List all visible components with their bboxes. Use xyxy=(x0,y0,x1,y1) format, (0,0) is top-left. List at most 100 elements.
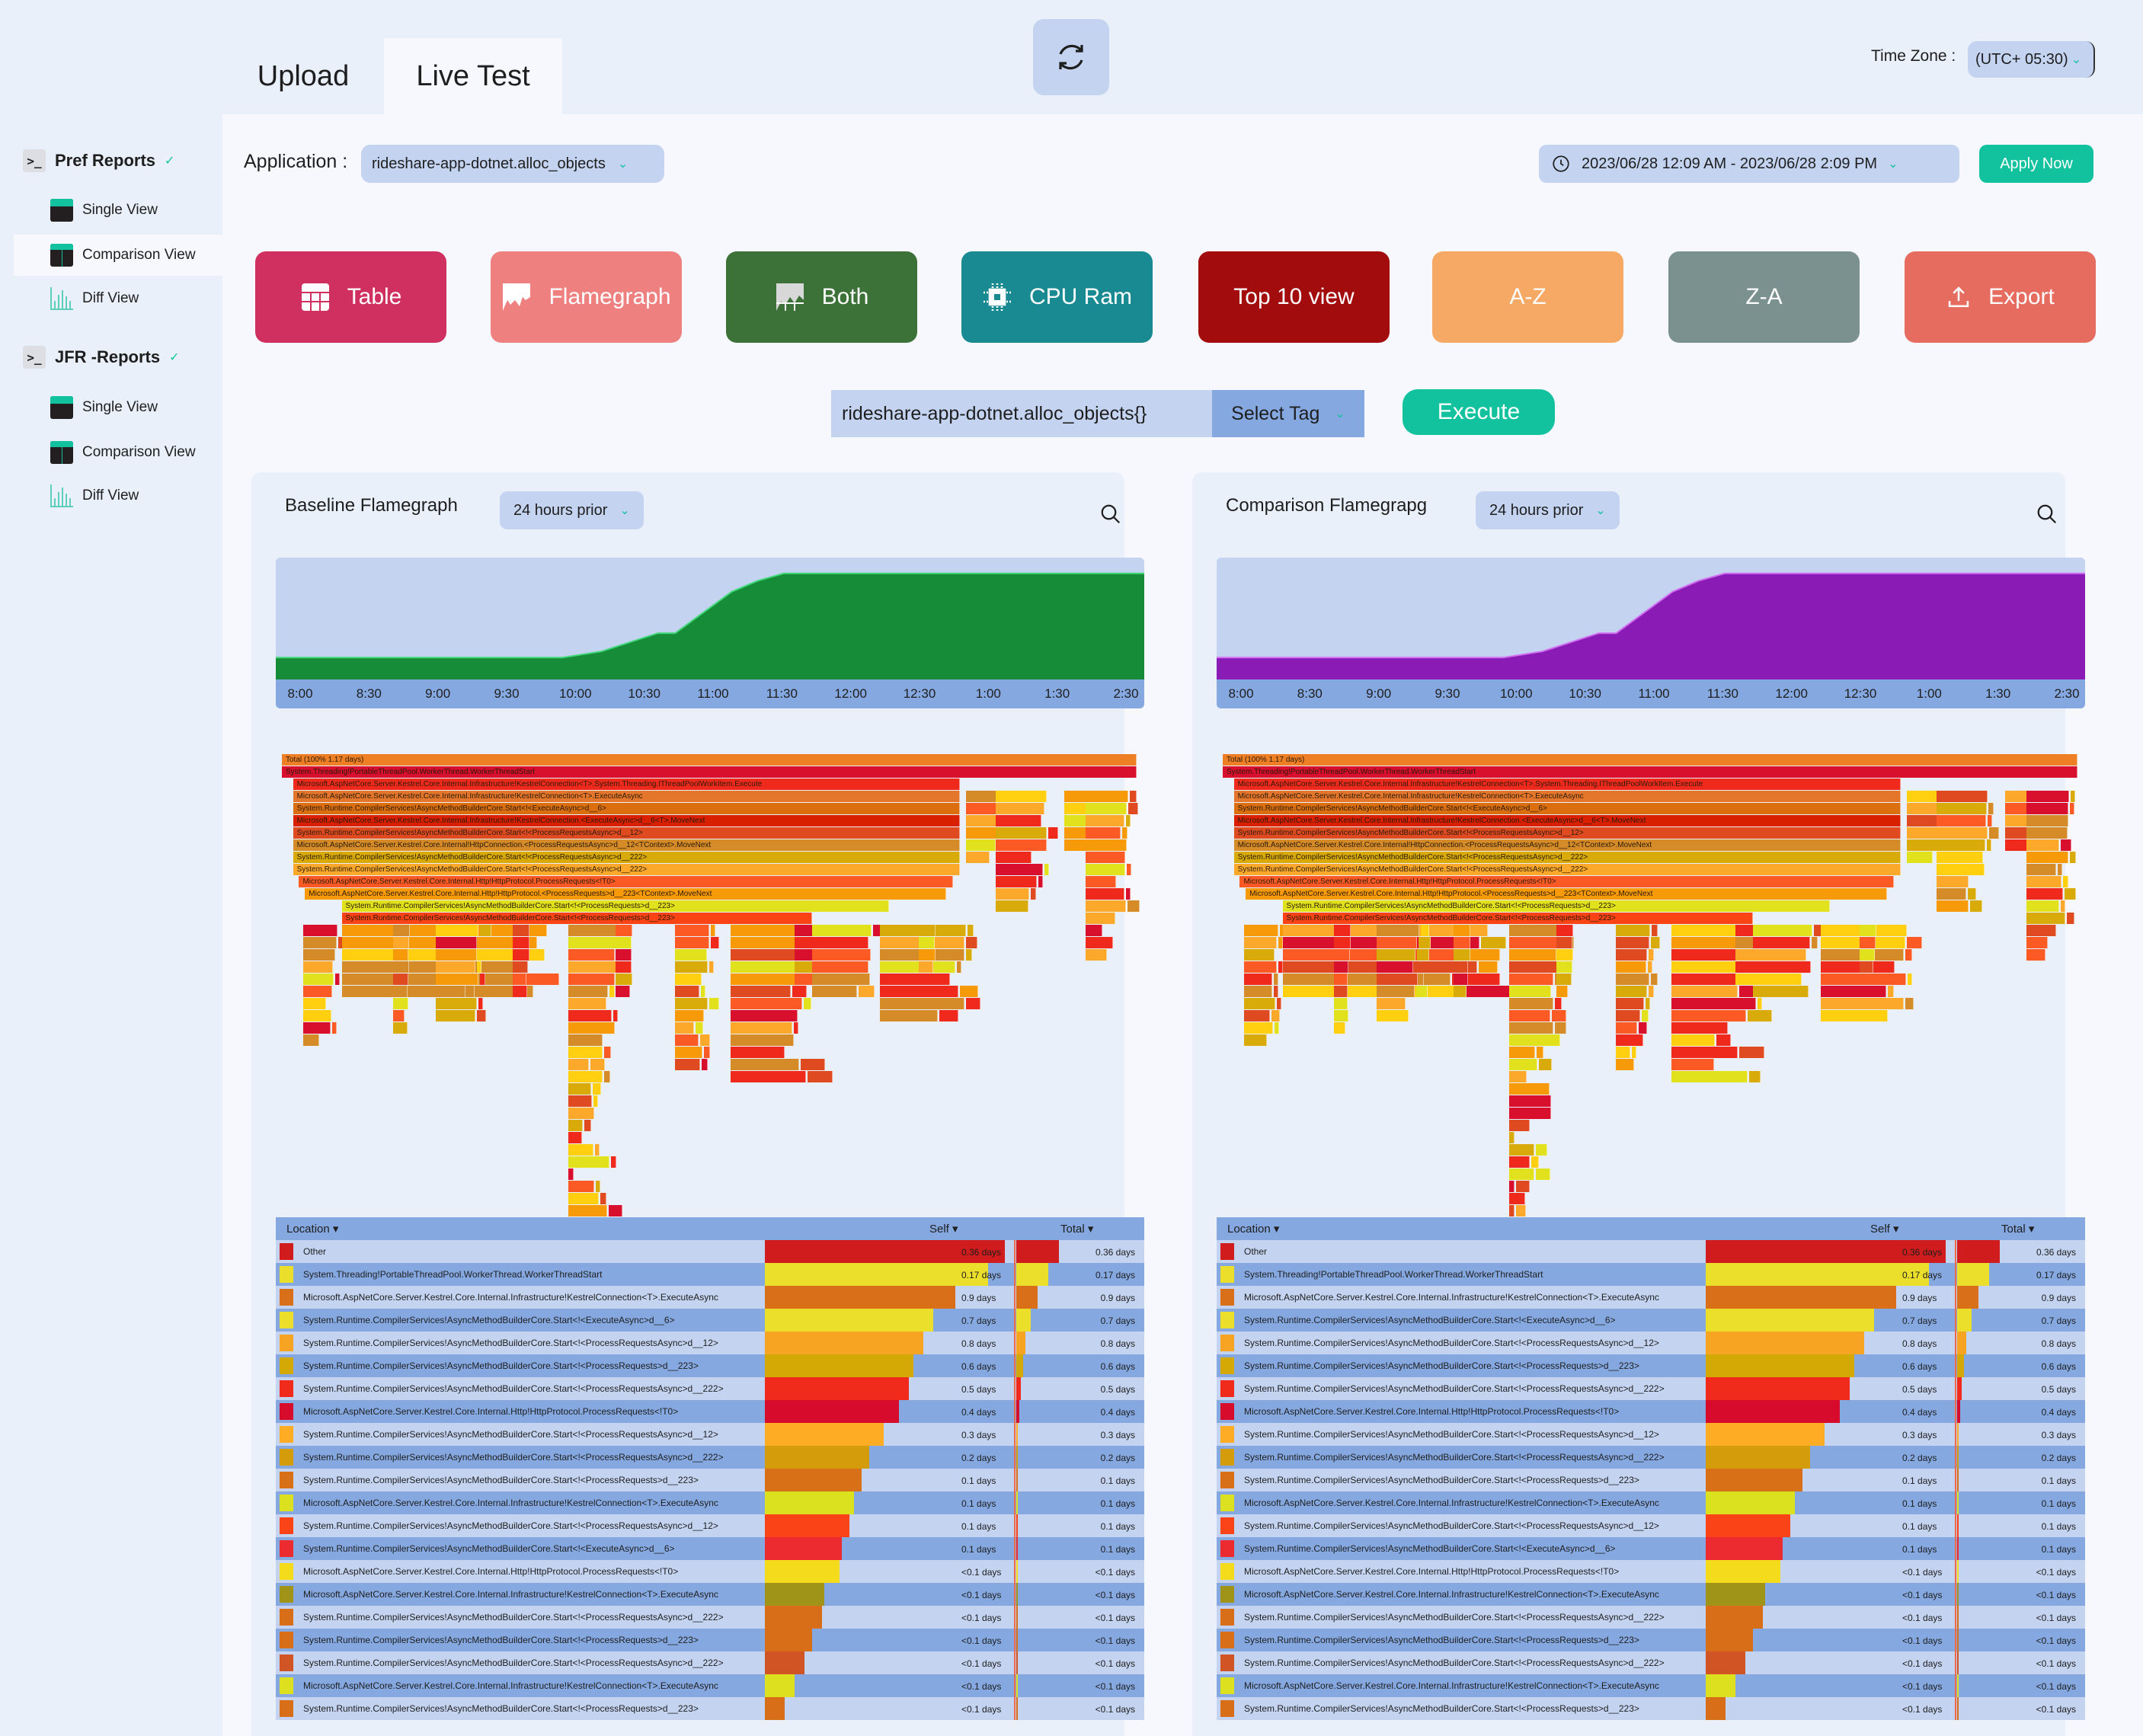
flame-frame[interactable] xyxy=(1536,1047,1543,1058)
flame-frame[interactable] xyxy=(435,949,477,961)
flame-frame[interactable] xyxy=(1936,852,1984,863)
flame-frame[interactable] xyxy=(880,998,965,1009)
flame-frame[interactable] xyxy=(880,1010,938,1021)
flame-frame[interactable] xyxy=(1508,1108,1551,1119)
table-row[interactable]: System.Runtime.CompilerServices!AsyncMet… xyxy=(276,1514,1144,1537)
flame-frame[interactable] xyxy=(1508,1205,1514,1216)
flame-frame[interactable] xyxy=(334,974,340,985)
flame-frame[interactable] xyxy=(1271,1010,1281,1021)
flame-frame[interactable] xyxy=(1538,1059,1553,1070)
flame-frame[interactable] xyxy=(1508,937,1560,948)
flame-frame[interactable] xyxy=(1085,839,1127,851)
flame-frame[interactable] xyxy=(1376,998,1406,1009)
flame-frame[interactable] xyxy=(1508,1034,1561,1046)
flame-frame[interactable] xyxy=(1752,925,1813,936)
table-row[interactable]: System.Runtime.CompilerServices!AsyncMet… xyxy=(1217,1446,2085,1469)
flame-frame[interactable] xyxy=(1936,815,1987,826)
flame-frame[interactable] xyxy=(435,998,477,1009)
flame-frame[interactable] xyxy=(1376,974,1418,985)
table-row[interactable]: System.Runtime.CompilerServices!AsyncMet… xyxy=(276,1606,1144,1629)
flame-frame[interactable] xyxy=(1508,1193,1526,1204)
flame-frame[interactable] xyxy=(995,815,1042,826)
table-row[interactable]: System.Runtime.CompilerServices!AsyncMet… xyxy=(1217,1537,2085,1560)
flame-frame[interactable] xyxy=(392,961,409,973)
flame-frame[interactable] xyxy=(303,925,337,936)
table-row[interactable]: System.Runtime.CompilerServices!AsyncMet… xyxy=(1217,1377,2085,1400)
flame-frame[interactable] xyxy=(1125,815,1131,826)
flame-frame[interactable] xyxy=(995,900,1028,912)
cpu-ram-button[interactable]: CPU Ram xyxy=(961,251,1153,343)
flame-frame[interactable] xyxy=(596,1181,601,1192)
flame-frame[interactable] xyxy=(1752,937,1810,948)
table-row[interactable]: System.Runtime.CompilerServices!AsyncMet… xyxy=(276,1423,1144,1446)
flame-frame[interactable] xyxy=(1333,925,1351,936)
flame-frame[interactable] xyxy=(615,974,632,985)
flame-frame[interactable] xyxy=(1747,1010,1773,1021)
flame-frame[interactable]: Microsoft.AspNetCore.Server.Kestrel.Core… xyxy=(1233,815,1901,826)
table-row[interactable]: System.Runtime.CompilerServices!AsyncMet… xyxy=(1217,1423,2085,1446)
flame-frame[interactable]: System.Runtime.CompilerServices!AsyncMet… xyxy=(293,864,960,875)
flame-frame[interactable] xyxy=(512,949,530,961)
flame-frame[interactable] xyxy=(1738,1047,1764,1058)
top-10-view-button[interactable]: Top 10 view xyxy=(1198,251,1390,343)
flame-frame[interactable] xyxy=(568,1047,603,1058)
table-row[interactable]: System.Runtime.CompilerServices!AsyncMet… xyxy=(276,1469,1144,1491)
flame-frame[interactable] xyxy=(1988,827,2000,839)
table-row[interactable]: Other 0.36 days 0.36 days xyxy=(276,1240,1144,1263)
flame-frame[interactable] xyxy=(1126,888,1131,900)
flame-frame[interactable] xyxy=(1282,974,1451,985)
application-select[interactable]: rideshare-app-dotnet.alloc_objects ⌄ xyxy=(361,145,664,183)
flame-frame[interactable] xyxy=(1508,998,1554,1009)
flamegraph[interactable]: Total (100% 1.17 days) System.Threading!P… xyxy=(276,754,1144,1216)
flame-frame[interactable]: System.Runtime.CompilerServices!AsyncMet… xyxy=(1233,827,1901,839)
flame-frame[interactable] xyxy=(1453,961,1469,973)
flame-frame[interactable] xyxy=(965,803,999,814)
flame-frame[interactable] xyxy=(303,986,333,997)
execute-button[interactable]: Execute xyxy=(1403,389,1555,435)
flame-frame[interactable] xyxy=(1282,986,1460,997)
flame-frame[interactable] xyxy=(1821,1010,1889,1021)
flame-frame[interactable] xyxy=(803,998,811,1009)
flame-frame[interactable] xyxy=(1480,937,1506,948)
flame-frame[interactable] xyxy=(1274,986,1279,997)
flame-frame[interactable] xyxy=(2064,888,2077,900)
flame-frame[interactable] xyxy=(1556,974,1572,985)
search-icon[interactable] xyxy=(1099,503,1122,526)
flame-frame[interactable] xyxy=(568,1071,603,1082)
flame-frame[interactable] xyxy=(1646,998,1651,1009)
flame-frame[interactable] xyxy=(392,986,408,997)
flame-frame[interactable] xyxy=(711,925,715,936)
flame-frame[interactable] xyxy=(1376,986,1415,997)
flame-frame[interactable] xyxy=(2026,900,2059,912)
flame-frame[interactable] xyxy=(2060,900,2066,912)
time-range-select[interactable]: 24 hours prior ⌄ xyxy=(500,491,644,529)
flame-frame[interactable] xyxy=(595,1144,600,1156)
flame-frame[interactable]: System.Threading!PortableThreadPool.Work… xyxy=(282,766,1137,778)
flame-frame[interactable] xyxy=(1508,1010,1551,1021)
timezone-select[interactable]: (UTC+ 05:30) ⌄ xyxy=(1968,41,2095,78)
flame-frame[interactable] xyxy=(1811,937,1818,948)
flame-frame[interactable] xyxy=(2057,864,2062,875)
flame-frame[interactable] xyxy=(1479,961,1499,973)
flame-frame[interactable] xyxy=(1671,1022,1729,1034)
flame-frame[interactable] xyxy=(1554,1022,1566,1034)
flame-frame[interactable] xyxy=(793,1022,798,1034)
flame-frame[interactable] xyxy=(1085,888,1125,900)
flame-frame[interactable] xyxy=(1642,1010,1649,1021)
flame-frame[interactable] xyxy=(811,925,872,936)
flame-frame[interactable] xyxy=(1031,888,1036,900)
flame-frame[interactable]: System.Runtime.CompilerServices!AsyncMet… xyxy=(293,827,960,839)
flame-frame[interactable] xyxy=(477,961,482,973)
flame-frame[interactable] xyxy=(303,998,326,1009)
flame-frame[interactable] xyxy=(568,1022,616,1034)
flame-frame[interactable] xyxy=(1821,974,1906,985)
flame-frame[interactable] xyxy=(811,949,872,961)
flame-frame[interactable] xyxy=(435,986,466,997)
flame-frame[interactable] xyxy=(1467,949,1500,961)
flame-frame[interactable] xyxy=(965,839,996,851)
flame-frame[interactable] xyxy=(1556,949,1573,961)
flame-frame[interactable] xyxy=(303,949,335,961)
flame-frame[interactable] xyxy=(568,1083,592,1095)
flame-frame[interactable] xyxy=(1616,925,1650,936)
flame-frame[interactable] xyxy=(1244,937,1278,948)
